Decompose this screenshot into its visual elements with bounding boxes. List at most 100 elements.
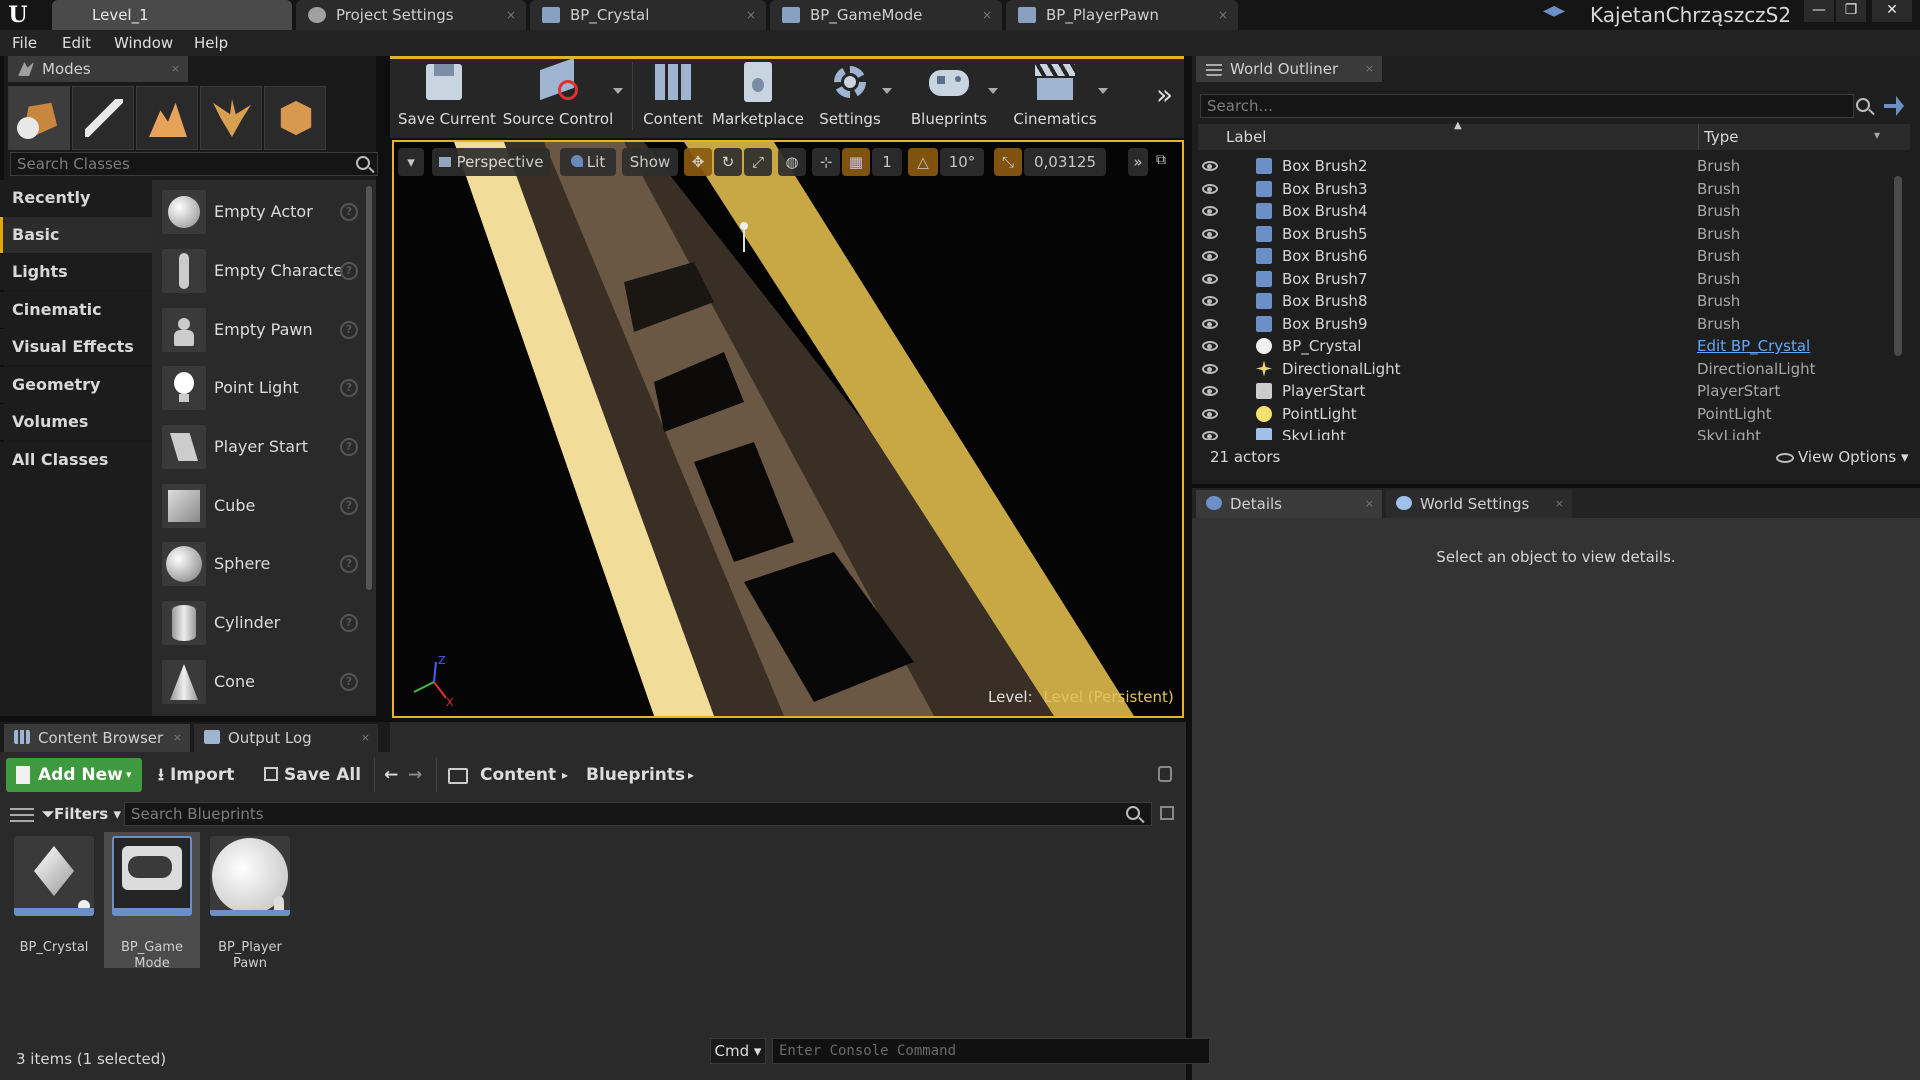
category-basic[interactable]: Basic [0,217,152,253]
outliner-row[interactable]: Box Brush8 Brush [1198,290,1888,313]
search-classes-input[interactable]: Search Classes [10,152,378,176]
chevron-down-icon[interactable] [613,88,623,94]
visibility-eye-icon[interactable] [1202,431,1218,440]
add-new-button[interactable]: Add New ▾ [6,758,142,792]
content-button[interactable]: Content [638,58,708,132]
minimize-button[interactable]: — [1804,0,1834,22]
menu-edit[interactable]: Edit [62,30,91,56]
show-button[interactable]: Show [622,148,678,176]
close-window-button[interactable]: ✕ [1872,0,1912,22]
category-cinematic[interactable]: Cinematic [0,292,152,328]
breadcrumb-content[interactable]: Content [480,758,556,792]
landscape-mode-button[interactable] [136,86,198,150]
outliner-row[interactable]: BP_Crystal Edit BP_Crystal [1198,335,1888,358]
geometry-mode-button[interactable] [264,86,326,150]
visibility-eye-icon[interactable] [1202,183,1218,194]
visibility-eye-icon[interactable] [1202,161,1218,171]
tab-content-browser[interactable]: Content Browser × [4,724,190,752]
outliner-row[interactable]: Box Brush7 Brush [1198,268,1888,291]
tab-project-settings[interactable]: Project Settings × [296,0,526,30]
foliage-mode-button[interactable] [200,86,262,150]
toolbar-overflow-icon[interactable]: » [1156,78,1173,111]
scale-snap-icon[interactable]: ⤡ [994,148,1022,176]
tab-modes[interactable]: Modes × [8,56,188,82]
chevron-down-icon[interactable] [1098,88,1108,94]
placeable-empty-actor[interactable]: Empty Actor ? [156,184,364,240]
column-label[interactable]: Label [1226,124,1266,150]
save-current-button[interactable]: Save Current [398,58,496,132]
nav-forward-button[interactable]: → [408,758,422,792]
scale-snap-value[interactable]: 0,03125 [1024,148,1106,176]
help-icon[interactable]: ? [340,438,358,456]
help-icon[interactable]: ? [340,321,358,339]
tab-bp-gamemode[interactable]: BP_GameMode × [770,0,1002,30]
menu-file[interactable]: File [12,30,37,56]
visibility-eye-icon[interactable] [1202,363,1218,374]
help-icon[interactable]: ? [340,614,358,632]
paint-mode-button[interactable] [72,86,134,150]
viewport-menu-button[interactable]: ▾ [398,148,424,176]
category-all-classes[interactable]: All Classes [0,442,152,478]
outliner-row[interactable]: Box Brush4 Brush [1198,200,1888,223]
placeable-cube[interactable]: Cube ? [156,478,364,534]
visibility-eye-icon[interactable] [1202,296,1218,306]
visibility-eye-icon[interactable] [1202,228,1218,239]
help-icon[interactable]: ? [340,379,358,397]
nav-back-button[interactable]: ← [384,758,398,792]
visibility-eye-icon[interactable] [1202,273,1218,284]
help-icon[interactable]: ? [340,262,358,280]
visibility-eye-icon[interactable] [1202,251,1218,261]
help-icon[interactable]: ? [340,673,358,691]
outliner-row[interactable]: Box Brush6 Brush [1198,245,1888,268]
outliner-row[interactable]: Box Brush2 Brush [1198,155,1888,178]
unreal-logo-icon[interactable]: U [4,2,32,28]
outliner-row[interactable]: PointLight PointLight [1198,403,1888,426]
breadcrumb-blueprints[interactable]: Blueprints [586,758,685,792]
import-button[interactable]: ⭳ Import [158,758,234,792]
restore-button[interactable]: ❐ [1836,0,1866,22]
close-icon[interactable]: × [982,0,992,30]
source-control-button[interactable]: Source Control [502,57,614,132]
scrollbar[interactable] [366,186,372,590]
maximize-viewport-icon[interactable]: ⧉ [1156,152,1172,168]
outliner-search-input[interactable]: Search... [1200,94,1854,118]
asset-bp-playerpawn[interactable]: BP_Player Pawn [202,832,298,971]
outliner-row[interactable]: PlayerStart PlayerStart [1198,380,1888,403]
menu-help[interactable]: Help [194,30,228,56]
outliner-row[interactable]: SkyLight SkyLight [1198,425,1888,440]
visibility-eye-icon[interactable] [1202,318,1218,329]
marketplace-button[interactable]: Marketplace [712,58,804,132]
grid-snap-icon[interactable]: ▦ [842,148,870,176]
grid-snap-value[interactable]: 1 [872,148,902,176]
view-options-button[interactable]: View Options ▾ [1776,448,1909,466]
blueprints-button[interactable]: Blueprints [906,58,992,132]
scale-icon[interactable]: ⤢ [744,148,772,176]
settings-button[interactable]: Settings [810,58,890,132]
placeable-player-start[interactable]: Player Start ? [156,419,364,475]
breadcrumb-separator[interactable]: ▸ [688,758,694,792]
category-recently-placed[interactable]: Recently Placed [0,180,152,243]
tab-level-1[interactable]: Level_1 [52,0,292,30]
placeable-cylinder[interactable]: Cylinder ? [156,595,364,651]
asset-bp-crystal[interactable]: BP_Crystal [6,832,102,968]
console-command-input[interactable]: Enter Console Command [772,1038,1210,1064]
help-icon[interactable]: ? [340,497,358,515]
category-visual-effects[interactable]: Visual Effects [0,329,152,365]
close-icon[interactable]: × [1555,490,1564,518]
close-icon[interactable]: × [1365,490,1374,518]
close-icon[interactable]: × [506,0,516,30]
outliner-row[interactable]: DirectionalLight DirectionalLight [1198,358,1888,381]
surface-snap-icon[interactable]: ⊹ [812,148,840,176]
outliner-row[interactable]: Box Brush5 Brush [1198,223,1888,246]
save-search-icon[interactable] [1160,806,1174,820]
lit-button[interactable]: Lit [560,148,616,176]
placeable-empty-character[interactable]: Empty Characte ? [156,243,364,299]
outliner-row[interactable]: Box Brush3 Brush [1198,178,1888,201]
tab-world-settings[interactable]: World Settings × [1386,490,1572,518]
translate-icon[interactable]: ✥ [684,148,712,176]
visibility-eye-icon[interactable] [1202,206,1218,216]
category-lights[interactable]: Lights [0,254,152,290]
close-icon[interactable]: × [173,724,182,752]
placeable-sphere[interactable]: Sphere ? [156,536,364,592]
column-type[interactable]: Type [1704,124,1738,150]
